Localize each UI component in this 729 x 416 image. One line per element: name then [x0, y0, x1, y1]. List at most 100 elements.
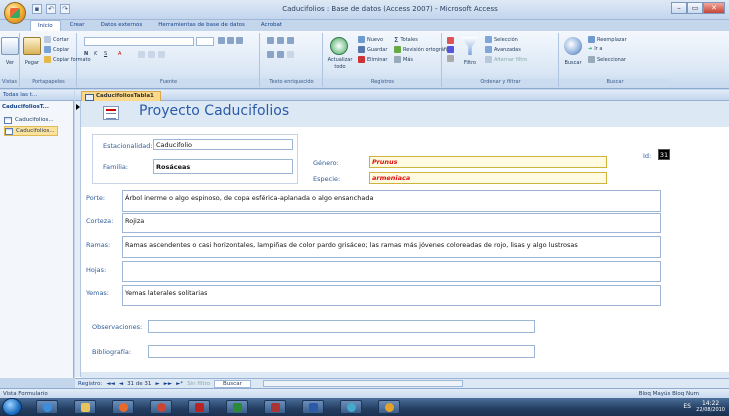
ir-a-button[interactable]: ➜ Ir a: [588, 46, 602, 52]
list-buttons[interactable]: [267, 51, 294, 60]
undo-icon[interactable]: ↶: [46, 4, 56, 14]
prev-record-button[interactable]: ◄: [119, 381, 123, 387]
nav-pane-header[interactable]: Todas las t...: [0, 90, 74, 101]
nav-item-form[interactable]: Caducifolios...: [4, 126, 58, 136]
office-button[interactable]: [4, 2, 26, 24]
group-fuente: N K S A Fuente: [78, 33, 260, 87]
spelling-icon: [394, 46, 401, 53]
observaciones-field[interactable]: [148, 320, 535, 333]
record-label: Registro:: [78, 380, 103, 387]
mas-button[interactable]: Más: [394, 56, 413, 63]
taskbar-acrobat[interactable]: [188, 400, 210, 414]
alternar-filtro-button[interactable]: Alternar filtro: [485, 56, 527, 63]
buscar-button[interactable]: Buscar: [560, 60, 586, 66]
italic-button[interactable]: K: [94, 51, 97, 57]
minimize-button[interactable]: –: [671, 2, 687, 14]
totales-button[interactable]: Σ Totales: [394, 36, 418, 44]
taskbar-word[interactable]: [302, 400, 324, 414]
totales-label: Totales: [400, 37, 418, 43]
corteza-label: Corteza:: [86, 217, 114, 225]
ribbon-tabs: Inicio Crear Datos externos Herramientas…: [30, 20, 289, 31]
guardar-button[interactable]: Guardar: [358, 46, 387, 53]
delete-icon: [358, 56, 365, 63]
seleccion-button[interactable]: Selección: [485, 36, 518, 43]
taskbar-chrome[interactable]: [378, 400, 400, 414]
redo-icon[interactable]: ↷: [60, 4, 70, 14]
binoculars-icon[interactable]: [564, 37, 582, 55]
bold-button[interactable]: N: [84, 51, 88, 57]
horizontal-scrollbar[interactable]: [262, 380, 463, 387]
pegar-button[interactable]: Pegar: [21, 60, 43, 66]
indent-buttons[interactable]: [267, 37, 294, 46]
taskbar-excel[interactable]: [226, 400, 248, 414]
app-icon: [347, 403, 356, 412]
view-icon[interactable]: [1, 37, 19, 55]
nuevo-button[interactable]: Nuevo: [358, 36, 383, 43]
ver-button[interactable]: Ver: [0, 60, 20, 66]
sort-buttons[interactable]: [447, 37, 455, 63]
record-position[interactable]: 31 de 31: [127, 381, 151, 387]
font-color-button[interactable]: A: [118, 51, 121, 57]
filter-icon[interactable]: [461, 37, 479, 55]
filtro-button[interactable]: Filtro: [457, 60, 483, 66]
taskbar-ie[interactable]: [36, 400, 58, 414]
tab-inicio[interactable]: Inicio: [30, 20, 61, 31]
id-field[interactable]: 31: [658, 149, 670, 160]
paste-icon[interactable]: [23, 37, 41, 55]
genero-label: Género:: [313, 159, 339, 167]
new-record-button[interactable]: ►*: [176, 381, 183, 387]
maximize-button[interactable]: ▭: [687, 2, 703, 14]
porte-label: Porte:: [86, 194, 106, 202]
tab-datos-externos[interactable]: Datos externos: [94, 20, 150, 31]
copiar-button[interactable]: Copiar: [44, 46, 69, 53]
taskbar-firefox[interactable]: [150, 400, 172, 414]
taskbar-access[interactable]: [264, 400, 286, 414]
hojas-field[interactable]: [122, 261, 661, 282]
genero-field[interactable]: [369, 156, 607, 168]
last-record-button[interactable]: ►►: [164, 381, 172, 387]
font-size-select[interactable]: [196, 37, 214, 46]
group-portapapeles: Pegar Cortar Copiar Copiar formato Porta…: [21, 33, 91, 87]
reemplazar-label: Reemplazar: [597, 36, 627, 43]
especie-label: Especie:: [313, 175, 341, 183]
save-icon[interactable]: ▪: [32, 4, 42, 14]
navigation-pane: Todas las t... CaducifoliosT... Caducifo…: [0, 90, 74, 378]
start-button[interactable]: [2, 398, 22, 416]
seleccionar-label: Seleccionar: [597, 56, 626, 63]
align-buttons[interactable]: [218, 37, 256, 46]
document-tab[interactable]: CaducifoliosTabla1: [81, 91, 161, 101]
language-indicator[interactable]: ES: [683, 403, 691, 410]
eliminar-button[interactable]: Eliminar: [358, 56, 388, 63]
tab-herramientas[interactable]: Herramientas de base de datos: [151, 20, 252, 31]
search-box[interactable]: Buscar: [214, 379, 251, 388]
filter-status[interactable]: Sin filtro: [187, 381, 210, 387]
next-record-button[interactable]: ►: [155, 381, 159, 387]
first-record-button[interactable]: ◄◄: [106, 381, 114, 387]
taskbar-app[interactable]: [340, 400, 362, 414]
taskbar-media[interactable]: [112, 400, 134, 414]
bibliografia-field[interactable]: [148, 345, 535, 358]
quick-access-toolbar: ▪ ↶ ↷: [32, 4, 70, 16]
avanzadas-button[interactable]: Avanzadas: [485, 46, 521, 53]
tab-crear[interactable]: Crear: [63, 20, 92, 31]
font-name-select[interactable]: [84, 37, 194, 46]
acrobat-icon: [195, 403, 204, 412]
seleccionar-button[interactable]: Seleccionar: [588, 56, 626, 63]
refresh-icon[interactable]: [330, 37, 348, 55]
cortar-button[interactable]: Cortar: [44, 36, 69, 43]
firefox-icon: [157, 403, 166, 412]
actualizar-button[interactable]: Actualizar: [324, 57, 356, 63]
corteza-field[interactable]: [122, 213, 661, 233]
tab-acrobat[interactable]: Acrobat: [254, 20, 289, 31]
underline-button[interactable]: S: [104, 51, 107, 57]
clock[interactable]: 14:22 22/08/2010: [696, 400, 725, 414]
nav-section-tablas[interactable]: CaducifoliosT...: [2, 104, 49, 110]
nav-item-table[interactable]: Caducifolios...: [4, 115, 56, 125]
taskbar-explorer[interactable]: [74, 400, 96, 414]
close-button[interactable]: ✕: [703, 2, 725, 14]
group-label-vistas: Vistas: [0, 79, 19, 86]
reemplazar-button[interactable]: Reemplazar: [588, 36, 627, 43]
grid-buttons[interactable]: [138, 51, 218, 60]
record-selector[interactable]: [75, 101, 81, 377]
ir-a-label: Ir a: [594, 46, 603, 52]
